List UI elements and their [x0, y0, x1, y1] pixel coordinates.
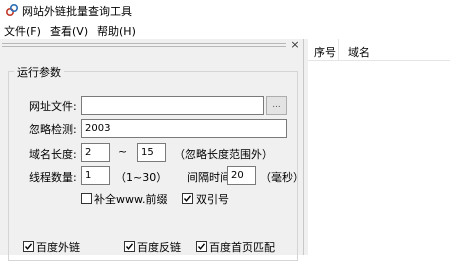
domain-length-min-input[interactable]: 2: [81, 143, 110, 162]
settings-panel: × 运行参数 网址文件: ... 忽略检测: 2003 域名长度: 2 ~ 15…: [0, 39, 304, 261]
baidu-outlink-label: 百度外链: [36, 241, 80, 254]
column-domain[interactable]: 域名: [348, 44, 370, 60]
check-icon: [125, 243, 134, 250]
ignore-label: 忽略检测:: [29, 123, 77, 136]
app-icon: [5, 3, 19, 17]
panel-grip[interactable]: [2, 43, 286, 49]
check-icon: [24, 243, 33, 250]
range-separator: ~: [118, 145, 128, 158]
baidu-backlink-label: 百度反链: [137, 241, 181, 254]
prefix-www-label: 补全www.前缀: [94, 193, 168, 206]
results-list[interactable]: [308, 39, 450, 255]
baidu-homepage-label: 百度首页匹配: [209, 241, 275, 254]
baidu-outlink-checkbox[interactable]: [23, 241, 34, 252]
domain-length-label: 域名长度:: [29, 148, 77, 161]
domain-length-max-input[interactable]: 15: [137, 143, 166, 162]
url-file-input[interactable]: [81, 96, 264, 115]
check-icon: [183, 195, 192, 202]
interval-input[interactable]: 20: [227, 166, 256, 185]
interval-unit: （毫秒）: [260, 171, 304, 184]
threads-label: 线程数量:: [29, 171, 77, 184]
title-bar: 网站外链批量查询工具: [0, 0, 450, 20]
threads-input[interactable]: 1: [81, 166, 110, 185]
check-icon: [197, 243, 206, 250]
threads-hint: （1~30）: [115, 171, 168, 184]
url-file-label: 网址文件:: [29, 100, 77, 113]
browse-button[interactable]: ...: [266, 96, 287, 115]
domain-length-hint: （忽略长度范围外）: [174, 148, 273, 161]
menu-file[interactable]: 文件(F): [4, 23, 41, 39]
menu-bar: 文件(F) 查看(V) 帮助(H): [0, 20, 450, 39]
prefix-www-checkbox[interactable]: [81, 193, 92, 204]
panel-close-button[interactable]: ×: [289, 39, 301, 51]
window-title: 网站外链批量查询工具: [22, 5, 132, 18]
double-quote-checkbox[interactable]: [182, 193, 193, 204]
double-quote-label: 双引号: [196, 193, 229, 206]
list-header: 序号 域名: [308, 39, 450, 61]
group-title: 运行参数: [14, 64, 64, 80]
ignore-input[interactable]: 2003: [81, 119, 287, 138]
baidu-backlink-checkbox[interactable]: [124, 241, 135, 252]
menu-view[interactable]: 查看(V): [50, 23, 88, 39]
column-index[interactable]: 序号: [314, 44, 336, 60]
baidu-homepage-checkbox[interactable]: [196, 241, 207, 252]
column-separator[interactable]: [338, 39, 339, 61]
menu-help[interactable]: 帮助(H): [97, 23, 136, 39]
